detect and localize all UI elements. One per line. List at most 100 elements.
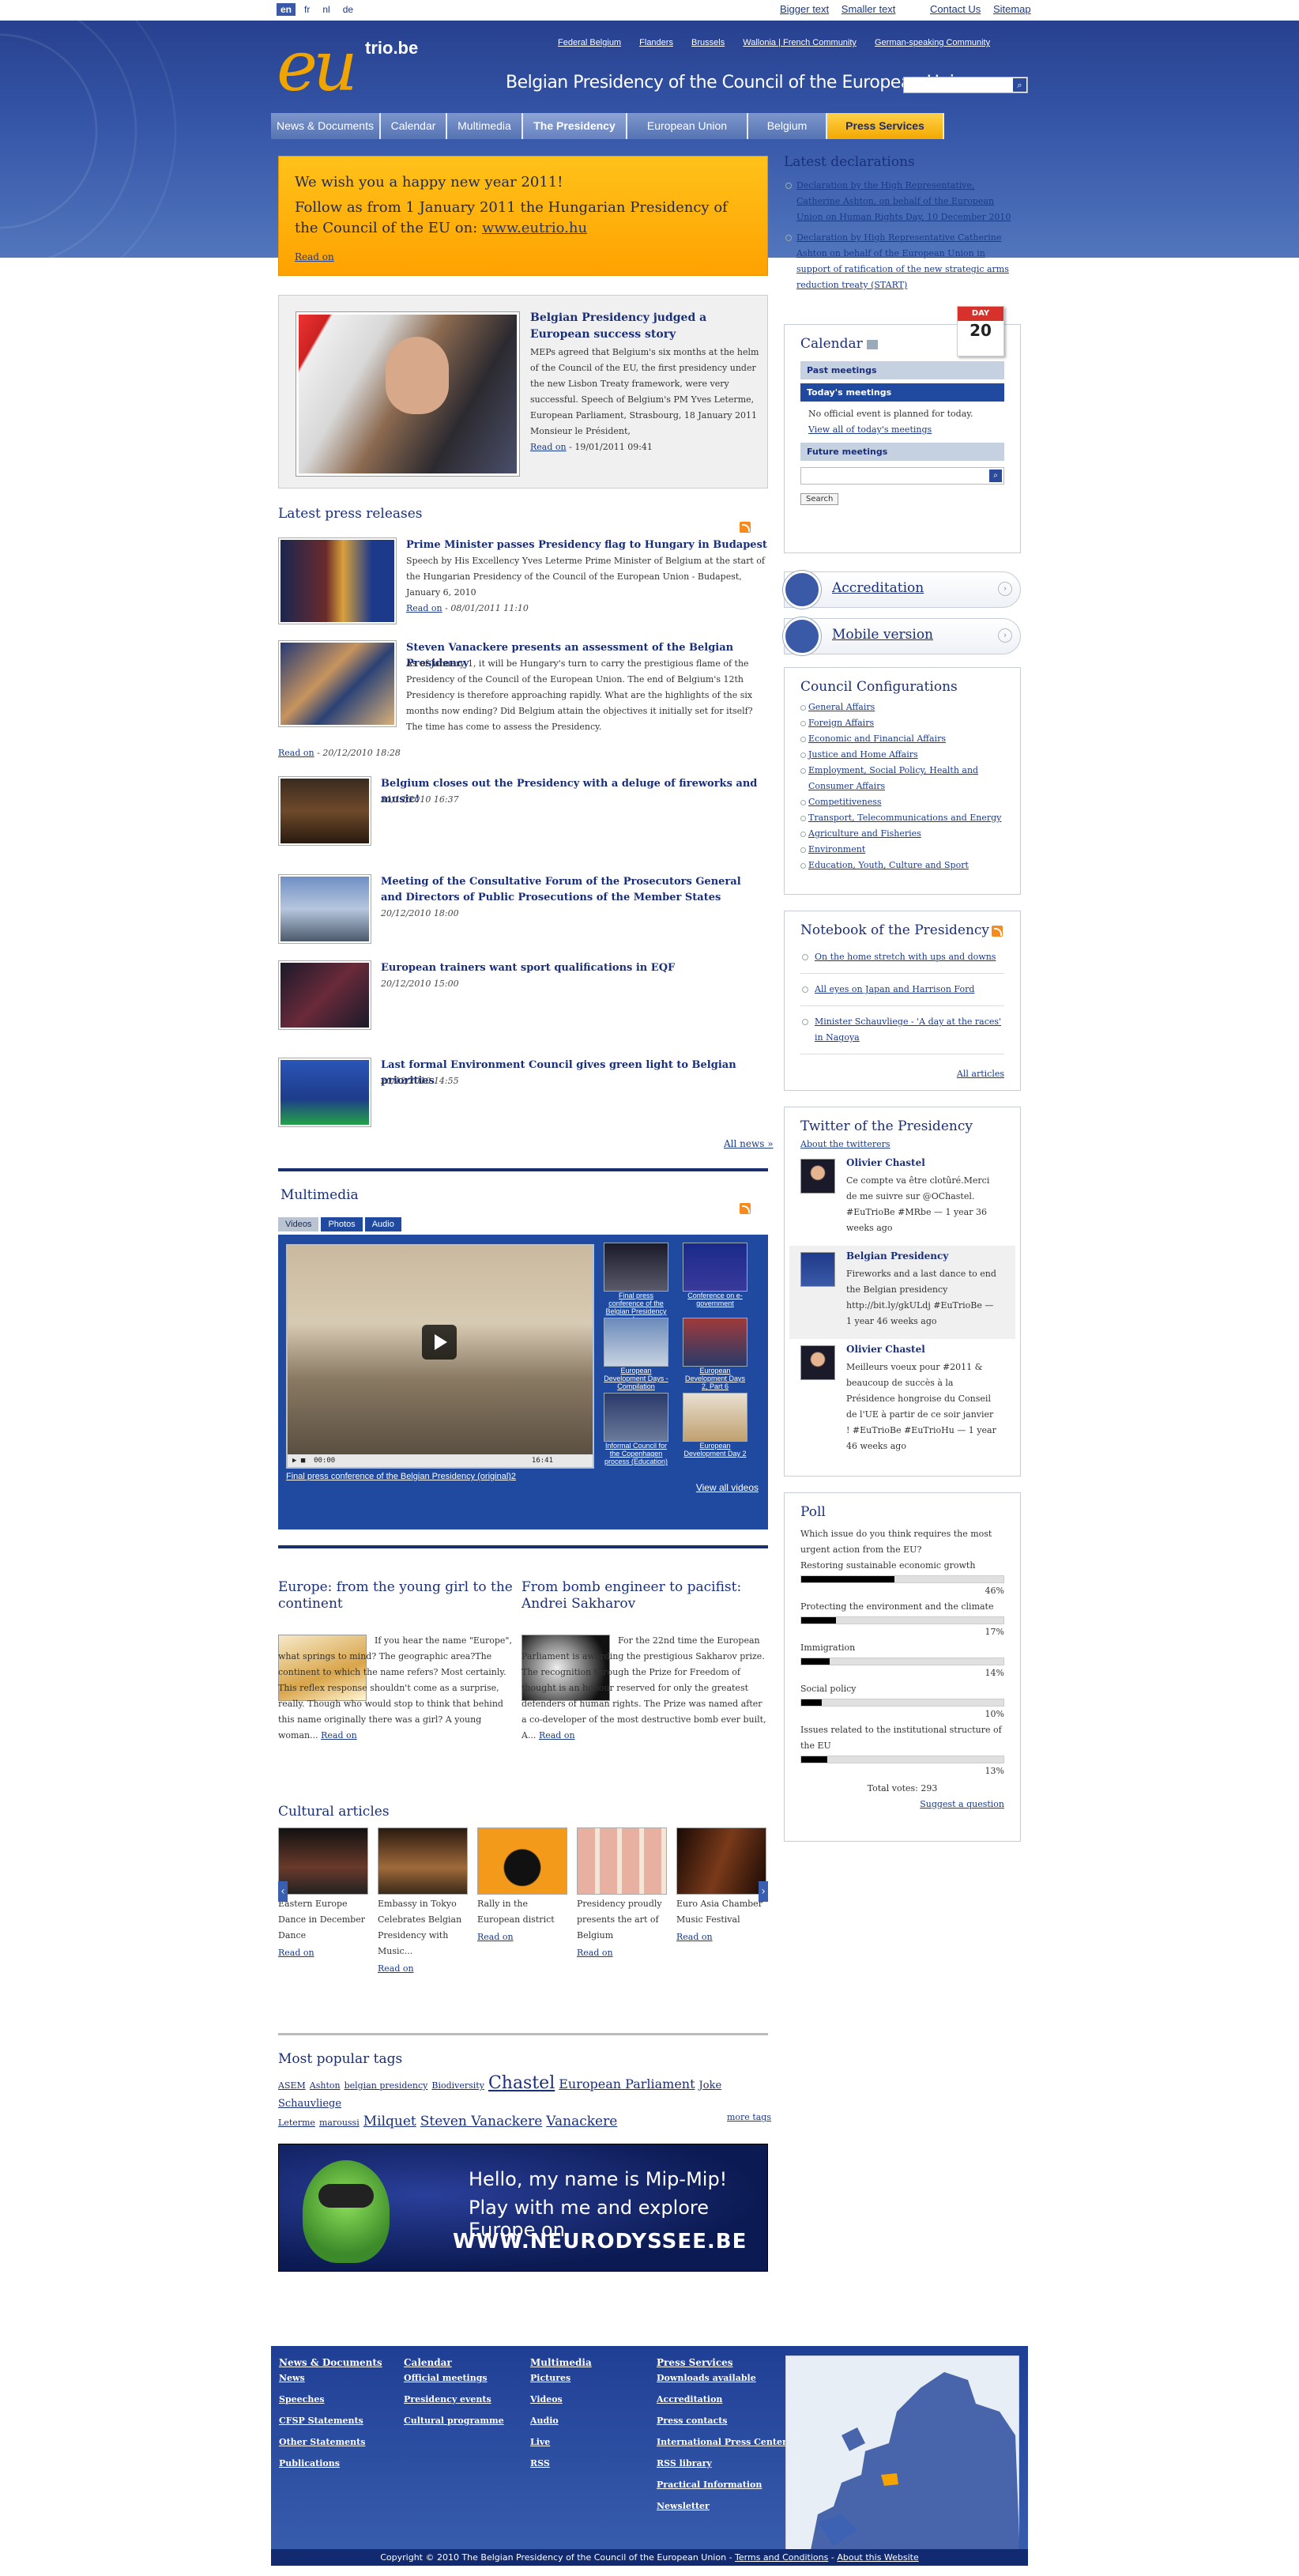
- rss-icon[interactable]: [740, 1203, 751, 1214]
- past-meetings[interactable]: Past meetings: [800, 361, 1004, 379]
- cultural-read-on[interactable]: Read on: [676, 1932, 713, 1942]
- news-thumbnail[interactable]: [278, 874, 371, 944]
- header-search-input[interactable]: ⌕: [903, 77, 1028, 93]
- promo-link[interactable]: www.eutrio.hu: [482, 220, 587, 236]
- about-website-link[interactable]: About this Website: [837, 2552, 918, 2563]
- lang-fr[interactable]: fr: [300, 3, 314, 16]
- video-thumb[interactable]: European Development Days 2, Part 6: [683, 1318, 747, 1390]
- footer-link[interactable]: Live: [530, 2435, 592, 2450]
- footer-heading[interactable]: News & Documents: [279, 2355, 382, 2370]
- nav-european-union[interactable]: European Union: [627, 113, 748, 139]
- region-federal[interactable]: Federal Belgium: [558, 38, 621, 47]
- cultural-read-on[interactable]: Read on: [278, 1948, 314, 1958]
- tag-link[interactable]: ASEM: [278, 2080, 306, 2091]
- video-thumb[interactable]: European Development Day 2: [683, 1393, 747, 1458]
- footer-link[interactable]: International Press Center: [657, 2435, 787, 2450]
- all-articles-link[interactable]: All articles: [957, 1069, 1004, 1079]
- tag-link[interactable]: belgian presidency: [345, 2080, 428, 2091]
- article-read-on[interactable]: Read on: [539, 1730, 575, 1741]
- site-logo[interactable]: eu trio.be: [277, 32, 458, 101]
- footer-link[interactable]: Newsletter: [657, 2499, 787, 2514]
- player-controls[interactable]: ▶ ■ 00:00 16:41: [288, 1454, 593, 1467]
- cultural-read-on[interactable]: Read on: [477, 1932, 514, 1942]
- footer-link[interactable]: Publications: [279, 2456, 382, 2471]
- featured-title[interactable]: Belgian Presidency judged a European suc…: [530, 310, 759, 343]
- footer-link[interactable]: Accreditation: [657, 2392, 787, 2407]
- cultural-image[interactable]: [278, 1827, 368, 1895]
- cultural-image[interactable]: [477, 1827, 567, 1895]
- promo-read-on[interactable]: Read on: [295, 251, 334, 262]
- footer-link[interactable]: Downloads available: [657, 2370, 787, 2386]
- tab-audio[interactable]: Audio: [364, 1217, 401, 1231]
- search-icon[interactable]: ⌕: [989, 470, 1002, 482]
- video-thumb[interactable]: Informal Council for the Copenhagen proc…: [604, 1393, 668, 1465]
- nav-belgium[interactable]: Belgium: [748, 113, 827, 139]
- search-icon[interactable]: ⌕: [1013, 78, 1026, 92]
- news-thumbnail[interactable]: [278, 537, 397, 624]
- region-german[interactable]: German-speaking Community: [875, 38, 990, 47]
- footer-link[interactable]: RSS library: [657, 2456, 787, 2471]
- footer-link[interactable]: Press contacts: [657, 2413, 787, 2428]
- tag-link[interactable]: Leterme: [278, 2118, 315, 2128]
- todays-meetings[interactable]: Today's meetings: [800, 383, 1004, 402]
- mobile-widget[interactable]: Mobile version ›: [783, 617, 1021, 655]
- news-thumbnail[interactable]: [278, 776, 371, 846]
- cultural-image[interactable]: [676, 1827, 766, 1895]
- footer-link[interactable]: Speeches: [279, 2392, 382, 2407]
- footer-heading[interactable]: Calendar: [404, 2355, 504, 2370]
- footer-link[interactable]: Audio: [530, 2413, 592, 2428]
- terms-link[interactable]: Terms and Conditions: [735, 2552, 828, 2563]
- video-player[interactable]: ▶ ■ 00:00 16:41: [286, 1244, 594, 1469]
- carousel-prev-icon[interactable]: ‹: [278, 1881, 288, 1902]
- news-title[interactable]: Meeting of the Consultative Forum of the…: [381, 874, 744, 906]
- footer-heading[interactable]: Press Services: [657, 2355, 787, 2370]
- footer-link[interactable]: Videos: [530, 2392, 592, 2407]
- footer-link[interactable]: Practical Information: [657, 2477, 787, 2492]
- cultural-image[interactable]: [378, 1827, 468, 1895]
- tag-link[interactable]: Steven Vanackere: [420, 2114, 543, 2129]
- nav-press-services[interactable]: Press Services: [827, 113, 944, 139]
- tag-link[interactable]: European Parliament: [559, 2076, 695, 2091]
- tweet-author[interactable]: Olivier Chastel: [846, 1344, 925, 1355]
- featured-read-on[interactable]: Read on: [530, 442, 567, 452]
- lang-nl[interactable]: nl: [318, 3, 333, 16]
- news-read-on[interactable]: Read on: [406, 603, 442, 613]
- tag-link[interactable]: Biodiversity: [431, 2080, 484, 2091]
- news-title[interactable]: Prime Minister passes Presidency flag to…: [406, 537, 768, 553]
- contact-link[interactable]: Contact Us: [930, 3, 981, 15]
- tag-link[interactable]: Chastel: [488, 2073, 555, 2093]
- accreditation-widget[interactable]: Accreditation ›: [783, 571, 1021, 609]
- lang-de[interactable]: de: [339, 3, 357, 16]
- news-thumbnail[interactable]: [278, 960, 371, 1030]
- calendar-search-input[interactable]: ⌕: [800, 467, 1004, 485]
- tweet-author[interactable]: Belgian Presidency: [846, 1250, 948, 1262]
- featured-image[interactable]: [296, 312, 519, 476]
- sitemap-link[interactable]: Sitemap: [993, 3, 1031, 15]
- tag-link[interactable]: Vanackere: [546, 2114, 617, 2129]
- news-title[interactable]: European trainers want sport qualificati…: [381, 960, 768, 976]
- all-news-link[interactable]: All news »: [724, 1138, 774, 1149]
- future-meetings[interactable]: Future meetings: [800, 443, 1004, 461]
- rss-icon[interactable]: [740, 522, 751, 533]
- bigger-text-link[interactable]: Bigger text: [780, 3, 829, 15]
- footer-heading[interactable]: Multimedia: [530, 2355, 592, 2370]
- cultural-read-on[interactable]: Read on: [577, 1948, 613, 1958]
- news-thumbnail[interactable]: [278, 640, 397, 727]
- news-thumbnail[interactable]: [278, 1058, 371, 1127]
- video-thumb[interactable]: Conference on e-government: [683, 1243, 747, 1307]
- accreditation-link[interactable]: Accreditation: [832, 580, 924, 596]
- footer-link[interactable]: RSS: [530, 2456, 592, 2471]
- view-all-videos-link[interactable]: View all videos: [696, 1482, 759, 1493]
- rss-icon[interactable]: [992, 926, 1003, 937]
- region-wallonia[interactable]: Wallonia | French Community: [743, 38, 857, 47]
- tag-link[interactable]: Milquet: [363, 2114, 416, 2129]
- smaller-text-link[interactable]: Smaller text: [842, 3, 896, 15]
- nav-news-documents[interactable]: News & Documents: [271, 113, 381, 139]
- more-tags-link[interactable]: more tags: [727, 2112, 771, 2122]
- tab-videos[interactable]: Videos: [278, 1217, 319, 1231]
- video-thumb[interactable]: European Development Days - Compilation: [604, 1318, 668, 1390]
- about-twitterers-link[interactable]: About the twitterers: [800, 1139, 1004, 1149]
- view-all-meetings-link[interactable]: View all of today's meetings: [808, 424, 932, 435]
- region-flanders[interactable]: Flanders: [639, 38, 673, 47]
- tag-link[interactable]: maroussi: [319, 2118, 360, 2128]
